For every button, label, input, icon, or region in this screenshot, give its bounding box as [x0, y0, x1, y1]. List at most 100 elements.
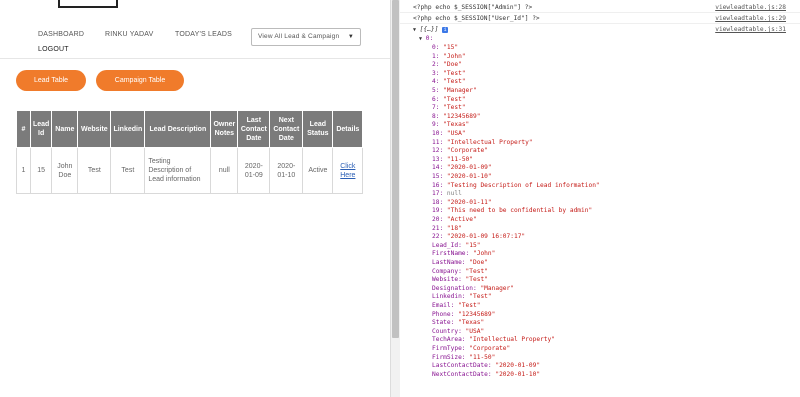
property-row: 13: "11-50"	[432, 156, 473, 165]
property-value: "Doe"	[469, 259, 488, 266]
property-value: "Test"	[458, 302, 481, 309]
property-row: NextContactDate: "2020-01-10"	[432, 371, 540, 380]
header-last-contact-date: Last Contact Date	[237, 110, 271, 148]
property-key: Phone:	[432, 310, 455, 318]
details-link[interactable]: Click Here	[340, 163, 355, 179]
property-row: FirmType: "Corporate"	[432, 345, 510, 354]
property-value: "USA"	[446, 130, 466, 137]
logo	[58, 0, 118, 8]
property-row: 11: "Intellectual Property"	[432, 139, 533, 148]
console-source-link[interactable]: viewleadtable.js:31	[715, 26, 786, 33]
property-value: "Test"	[469, 293, 492, 301]
console-log-line: viewleadtable.js:31	[400, 24, 800, 35]
info-icon: i	[442, 27, 449, 33]
property-row: LastContactDate: "2020-01-09"	[432, 362, 540, 371]
nav-todays-leads-link[interactable]: TODAY'S LEADS	[175, 31, 232, 38]
header-lead-status: Lead Status	[302, 110, 334, 148]
property-key: 1:	[432, 52, 440, 60]
object-toggle[interactable]: ▼ 0:	[419, 35, 433, 44]
property-key: 19:	[432, 207, 444, 215]
property-row: 1: "John"	[432, 53, 466, 62]
property-key: 12:	[432, 147, 444, 155]
property-row: TechArea: "Intellectual Property"	[432, 336, 555, 345]
property-value: "12345689"	[443, 112, 481, 120]
console-source-link[interactable]: viewleadtable.js:29	[715, 15, 786, 22]
view-select-dropdown[interactable]: View All Lead & Campaign ▼	[251, 28, 361, 46]
property-row: Designation: "Manager"	[432, 285, 514, 294]
header-name: Name	[51, 110, 79, 148]
property-key: 22:	[432, 233, 444, 241]
property-key: 5:	[432, 87, 440, 94]
property-value: "Manager"	[480, 284, 514, 292]
property-key: LastName:	[432, 259, 466, 266]
lead-table-button[interactable]: Lead Table	[16, 70, 86, 91]
cell-lead-status: Active	[302, 147, 334, 194]
property-row: State: "Texas"	[432, 319, 484, 328]
console-source-link[interactable]: viewleadtable.js:28	[715, 4, 786, 11]
property-value: "Corporate"	[469, 345, 511, 352]
property-value: "2020-01-10"	[446, 173, 492, 180]
property-key: 18:	[432, 198, 444, 206]
property-key: 21:	[432, 224, 444, 232]
nav-logout-link[interactable]: LOGOUT	[38, 46, 69, 53]
header-website: Website	[77, 110, 112, 148]
property-value: "USA"	[465, 327, 485, 335]
property-value: "Test"	[443, 69, 466, 77]
table-header-row: # Lead Id Name Website Linkedin Lead Des…	[16, 110, 364, 148]
pane-scrollbar[interactable]	[390, 0, 400, 397]
console-log-line: <?php echo $_SESSION["User_Id"] ?> viewl…	[400, 13, 800, 24]
property-key: 9:	[432, 121, 440, 129]
property-value: "11-50"	[446, 155, 473, 163]
property-row: 5: "Manager"	[432, 87, 477, 96]
property-key: Company:	[432, 267, 462, 275]
property-value: "Test"	[465, 267, 488, 275]
cell-index: 1	[16, 147, 31, 194]
property-value: "15"	[443, 44, 459, 51]
nav-dashboard-link[interactable]: DASHBOARD	[38, 31, 84, 38]
property-row: Lead_Id: "15"	[432, 242, 480, 251]
property-row: 19: "This need to be confidential by adm…	[432, 207, 592, 216]
property-value: "Active"	[446, 216, 477, 223]
table-row: 1 15 John Doe Test Test Testing Descript…	[16, 147, 364, 194]
expanded-triangle-icon: ▼	[413, 27, 417, 33]
property-key: 2:	[432, 61, 440, 69]
property-value: "18"	[446, 224, 462, 232]
property-row: 3: "Test"	[432, 70, 466, 79]
header-lead-id: Lead Id	[29, 110, 53, 148]
property-row: Website: "Test"	[432, 276, 488, 285]
expanded-triangle-icon: ▼	[419, 36, 423, 42]
property-value: "Texas"	[443, 121, 470, 129]
leads-table: # Lead Id Name Website Linkedin Lead Des…	[16, 110, 364, 194]
property-value: "Test"	[443, 104, 466, 112]
campaign-table-button[interactable]: Campaign Table	[96, 70, 184, 91]
property-row: 8: "12345689"	[432, 113, 480, 122]
property-row: 0: "15"	[432, 44, 458, 53]
property-row: 14: "2020-01-09"	[432, 164, 492, 173]
property-row: Email: "Test"	[432, 302, 480, 311]
header-owner-notes: Owner Notes	[210, 110, 239, 148]
scrollbar-thumb[interactable]	[392, 0, 399, 338]
property-value: "2020-01-09 16:07:17"	[446, 233, 526, 241]
property-value: "2020-01-09"	[495, 362, 541, 370]
property-key: 13:	[432, 155, 444, 163]
console-log-line: <?php echo $_SESSION["Admin"] ?> viewlea…	[400, 2, 800, 13]
property-row: 4: "Test"	[432, 78, 466, 87]
property-key: LastContactDate:	[432, 362, 492, 370]
property-row: 17: null	[432, 190, 462, 199]
view-select-value: View All Lead & Campaign	[258, 33, 340, 40]
property-key: Lead_Id:	[432, 241, 462, 249]
property-value: "Texas"	[458, 319, 485, 327]
property-value: "Test"	[465, 276, 488, 284]
property-key: TechArea:	[432, 336, 466, 344]
property-value: "Manager"	[443, 87, 477, 94]
property-row: Phone: "12345689"	[432, 311, 495, 320]
property-row: 15: "2020-01-10"	[432, 173, 492, 182]
property-row: 2: "Doe"	[432, 61, 462, 70]
array-toggle[interactable]: ▼ [{…}] i	[413, 26, 449, 35]
property-value: null	[446, 190, 462, 198]
nav-user-link[interactable]: RINKU YADAV	[105, 31, 154, 38]
property-row: 10: "USA"	[432, 130, 466, 139]
property-value: "Corporate"	[446, 147, 488, 155]
property-key: 11:	[432, 138, 444, 146]
property-key: Designation:	[432, 284, 477, 292]
